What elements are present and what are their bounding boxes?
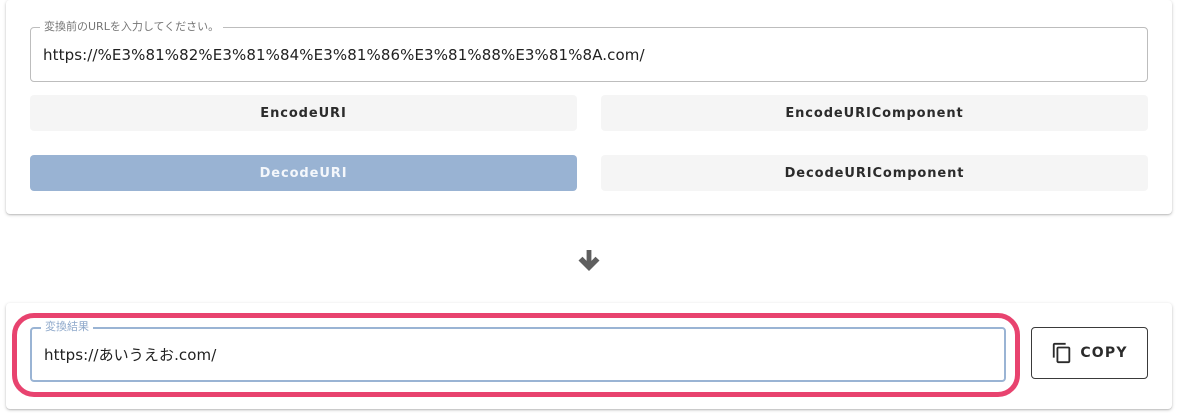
- copy-button[interactable]: COPY: [1031, 327, 1148, 379]
- url-input-field[interactable]: 変換前のURLを入力してください。 https://%E3%81%82%E3%8…: [30, 21, 1148, 82]
- url-input-value[interactable]: https://%E3%81%82%E3%81%84%E3%81%86%E3%8…: [43, 28, 645, 81]
- encode-uri-button[interactable]: EncodeURI: [30, 95, 577, 131]
- result-highlight-outline: [12, 313, 1020, 397]
- decode-uri-button[interactable]: DecodeURI: [30, 155, 577, 191]
- input-card: 変換前のURLを入力してください。 https://%E3%81%82%E3%8…: [6, 0, 1172, 214]
- encode-uri-component-button[interactable]: EncodeURIComponent: [601, 95, 1148, 131]
- arrow-down-icon: [578, 250, 600, 271]
- copy-icon: [1053, 342, 1071, 364]
- copy-button-label: COPY: [1080, 345, 1128, 361]
- decode-uri-component-button[interactable]: DecodeURIComponent: [601, 155, 1148, 191]
